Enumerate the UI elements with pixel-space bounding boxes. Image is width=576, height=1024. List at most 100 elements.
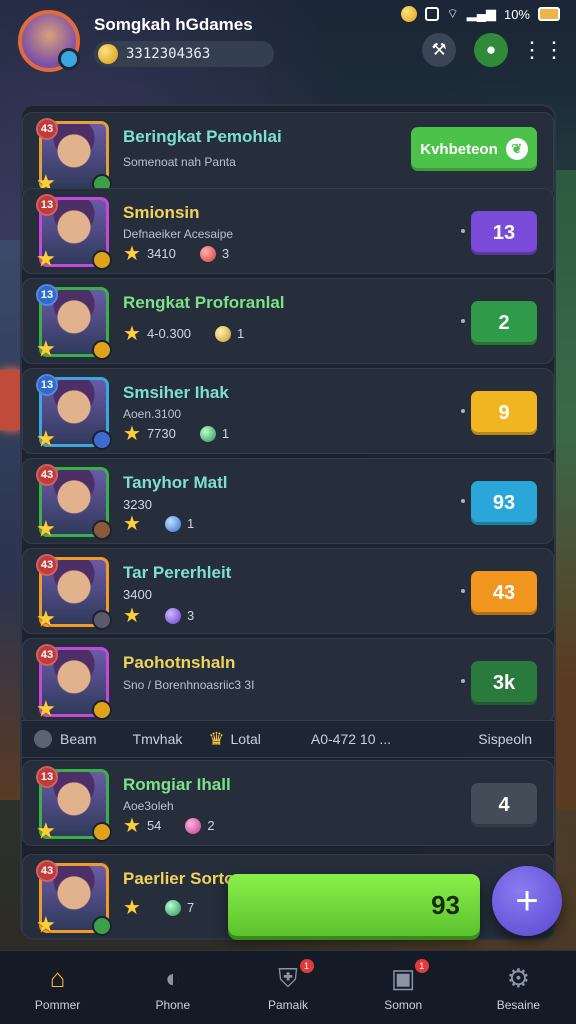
nav-label: Phone [155,997,191,1012]
menu-button[interactable]: ⋮⋮ [521,33,565,67]
player-avatar[interactable] [18,10,80,72]
item-stats-secondary: ★ 1 [123,511,194,536]
notification-badge: 1 [299,959,314,973]
separator-dot [461,229,465,233]
gem-count: 1 [186,516,195,531]
star-icon: ★ [123,243,141,265]
notification-badge: 1 [414,959,429,973]
item-name: Smionsin [123,203,200,222]
star-icon: ★ [123,897,141,919]
item-subtitle: Defnaeiker Acesaipe [123,227,234,241]
background-building-left [0,240,22,800]
gem-count: 3 [221,246,230,261]
item-stats: ★ 7 [123,895,194,920]
character-portrait: 43 ★ [36,860,112,937]
score-badge[interactable]: 3k [471,661,537,705]
list-item[interactable]: 13 ★ Smsiher Ihak Aoen.3100 ★ 7730 1 9 [22,368,554,454]
gem-icon [199,425,216,442]
column-label-1[interactable]: Beam [60,731,97,747]
stat-value: 3400 [123,587,152,602]
score-badge[interactable]: 9 [471,391,537,435]
coin-icon [98,44,118,64]
leaf-icon: ❦ [505,138,528,160]
action-button[interactable]: Kvhbeteon ❦ [411,127,537,171]
avatar-badge-icon [58,48,80,70]
item-stats: ★ 4-0.300 1 [123,321,244,346]
separator-dot [461,499,465,503]
profile-icon: ◐ [164,962,181,993]
chat-icon: ● [485,40,497,59]
rank-tag: 13 [36,766,58,788]
tools-button[interactable]: ⚒ [422,33,456,67]
nav-item-home[interactable]: ⌂ Pommer [0,951,115,1024]
claim-button[interactable]: 93 [228,874,480,936]
star-icon: ★ [123,323,141,345]
nav-item-settings[interactable]: ⚙ Besaine [461,951,576,1024]
score-badge[interactable]: 93 [471,481,537,525]
class-badge-icon [92,430,112,450]
item-name: Smsiher Ihak [123,383,229,402]
tools-icon: ⚒ [431,40,447,59]
gem-icon [164,607,181,624]
separator-dot [461,319,465,323]
grid-menu-icon: ⋮⋮ [521,37,565,62]
column-label-3[interactable]: Lotal [231,731,261,747]
class-badge-icon [92,916,112,936]
header-actions: ⚒ ● ⋮⋮ [422,33,565,67]
list-item[interactable]: 13 ★ Romgiar Ihall Aoe3oleh ★ 54 2 4 [22,760,554,846]
stat-value: 7730 [146,426,176,441]
column-label-5[interactable]: Sispeoln [478,731,532,747]
chat-button[interactable]: ● [474,33,508,67]
list-item[interactable]: 43 ★ Tar Pererhleit 3400 ★ 3 43 [22,548,554,634]
list-item[interactable]: 13 ★ Smionsin Defnaeiker Acesaipe ★ 3410… [22,188,554,274]
gem-icon [185,817,202,834]
shield-icon: ⛨ [278,962,298,993]
score-badge[interactable]: 2 [471,301,537,345]
item-stats: ★ 3410 3 [123,241,229,266]
gem-icon [215,325,232,342]
rank-tag: 43 [36,644,58,666]
star-icon: ★ [123,605,141,627]
rank-tag: 43 [36,860,58,882]
item-stats: ★ 7730 1 [123,421,229,446]
character-portrait: 13 ★ [36,766,112,843]
rank-tag: 13 [36,194,58,216]
score-badge[interactable]: 4 [471,783,537,827]
item-name: Romgiar Ihall [123,775,231,794]
nav-label: Somon [384,997,423,1012]
header-info: Somgkah hGdames 3312304363 [94,15,422,67]
background-building-right [554,170,576,810]
bottom-navigation: ⌂ Pommer ◐ Phone ⛨ 1 Pamaik ▣ 1 Somon ⚙ … [0,950,576,1024]
stat-value: 3230 [123,497,152,512]
character-portrait: 13 ★ [36,194,112,271]
header: Somgkah hGdames 3312304363 ⚒ ● ⋮⋮ [18,8,565,74]
star-icon: ★ [36,246,56,271]
character-portrait: 13 ★ [36,284,112,361]
nav-item-profile[interactable]: ◐ Phone [115,951,230,1024]
list-item[interactable]: 43 ★ Tanyhor Matl 3230 ★ 1 93 [22,458,554,544]
add-button[interactable]: + [492,866,562,936]
list-item[interactable]: 43 ★ Paohotnshaln Sno / Borenhnoasriic3 … [22,638,554,724]
item-stats: 3230 [123,497,152,512]
list-item[interactable]: 43 ★ Beringkat Pemohlai Somenoat nah Pan… [22,112,554,198]
character-portrait: 43 ★ [36,554,112,631]
column-label-2[interactable]: Tmvhak [133,731,183,747]
star-icon: ★ [36,696,56,721]
list-item[interactable]: 13 ★ Rengkat Proforanlal ★ 4-0.300 1 2 [22,278,554,364]
check-icon[interactable] [34,730,52,748]
gem-count: 1 [221,426,230,441]
leaderboard-panel: 43 ★ Beringkat Pemohlai Somenoat nah Pan… [22,106,554,938]
claim-button-value: 93 [431,889,460,920]
gem-icon [164,899,181,916]
rank-tag: 43 [36,118,58,140]
star-icon: ★ [123,513,141,535]
character-portrait: 43 ★ [36,118,112,195]
nav-item-shop[interactable]: ▣ 1 Somon [346,951,461,1024]
nav-item-shield[interactable]: ⛨ 1 Pamaik [230,951,345,1024]
currency-pill[interactable]: 3312304363 [94,41,274,67]
action-button-label: Kvhbeteon [420,140,498,158]
shop-icon: ▣ [390,962,416,993]
rank-tag: 13 [36,284,58,306]
score-badge[interactable]: 13 [471,211,537,255]
score-badge[interactable]: 43 [471,571,537,615]
